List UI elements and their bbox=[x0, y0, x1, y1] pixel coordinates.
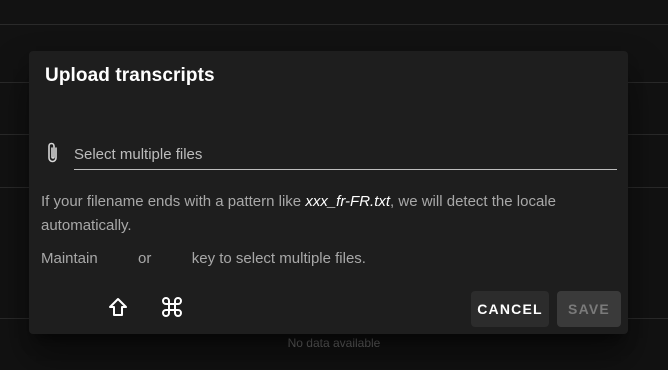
key-help-suffix: key to select multiple files. bbox=[187, 250, 366, 267]
locale-help-text: If your filename ends with a pattern lik… bbox=[41, 190, 611, 238]
shift-key-icon bbox=[107, 248, 129, 316]
upload-transcripts-dialog: Upload transcripts Select multiple files… bbox=[29, 51, 628, 334]
paperclip-icon[interactable] bbox=[44, 141, 62, 165]
cancel-button[interactable]: CANCEL bbox=[471, 291, 549, 327]
dialog-title: Upload transcripts bbox=[45, 65, 215, 86]
help-text-prefix: If your filename ends with a pattern lik… bbox=[41, 193, 306, 210]
filename-pattern: xxx_fr-FR.txt bbox=[305, 193, 391, 210]
save-button[interactable]: SAVE bbox=[557, 291, 621, 327]
maintain-text: Maintain bbox=[41, 250, 102, 267]
file-select-input[interactable]: Select multiple files bbox=[74, 138, 617, 170]
no-data-text: No data available bbox=[287, 336, 381, 350]
command-key-icon bbox=[161, 248, 183, 317]
or-text: or bbox=[133, 250, 156, 267]
table-divider bbox=[0, 24, 668, 25]
file-input-placeholder: Select multiple files bbox=[74, 146, 203, 163]
multi-select-help-text: Maintain or key to select multiple files… bbox=[41, 247, 611, 317]
